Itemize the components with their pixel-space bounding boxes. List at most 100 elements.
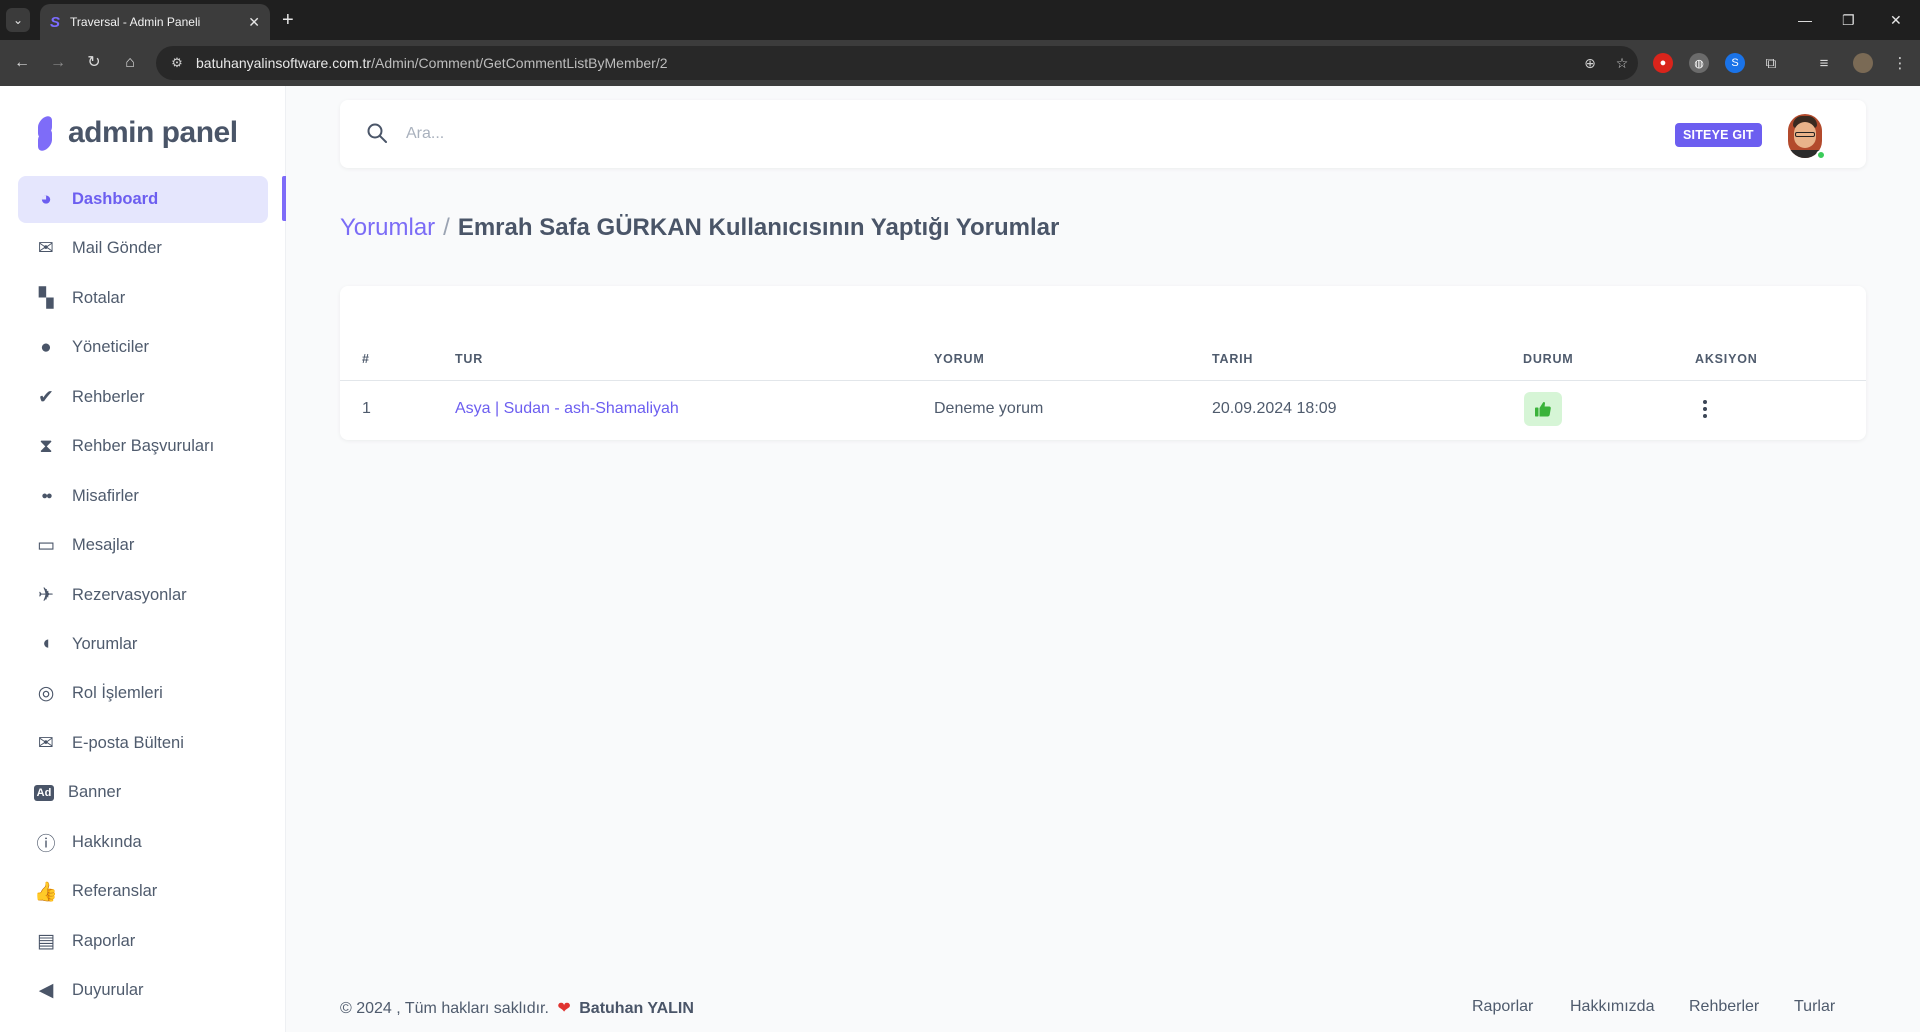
browser-toolbar: ← → ↻ ⌂ ⚙ batuhanyalinsoftware.com.tr/Ad… [0,40,1920,86]
sidebar-item-label: Rotalar [72,288,126,307]
map-icon: ▚ [38,287,54,309]
sidebar-item-rehber-ba-vurular-[interactable]: ⧗ Rehber Başvuruları [18,423,268,470]
extension-shazam-icon[interactable]: S [1725,53,1745,73]
sidebar-item-rehberler[interactable]: ✔ Rehberler [18,374,268,421]
sidebar-item-label: Rezervasyonlar [72,585,187,604]
browser-menu-icon[interactable]: ⋮ [1890,53,1910,73]
url-path: /Admin/Comment/GetCommentListByMember/2 [371,55,668,71]
reload-icon[interactable]: ↻ [82,51,106,75]
sidebar-item-hakk-nda[interactable]: ⓘ Hakkında [18,819,268,866]
browser-tabstrip: ⌄ S Traversal - Admin Paneli ✕ + — ❐ ✕ [0,0,1920,40]
sidebar-item-yorumlar[interactable]: ◖ Yorumlar [18,621,268,668]
column-header-tour: TUR [455,352,484,366]
sidebar-item-duyurular[interactable]: ◀ Duyurular [18,967,268,1014]
sidebar-item-label: Yorumlar [72,634,138,653]
footer-author: Batuhan YALIN [579,1000,694,1017]
sidebar-item-mesajlar[interactable]: ▭ Mesajlar [18,522,268,569]
bookmark-star-icon[interactable]: ☆ [1606,55,1638,72]
sidebar-item-e-posta-b-lteni[interactable]: ✉ E-posta Bülteni [18,720,268,767]
sidebar-menu: ◕ Dashboard ✉ Mail Gönder ▚ Rotalar ● Yöneticil… [18,176,268,1016]
table-header-divider [340,380,1866,381]
search-icon [367,123,387,143]
row-date: 20.09.2024 18:09 [1212,400,1337,417]
tab-close-icon[interactable]: ✕ [248,14,260,31]
copyright-text: © 2024 , Tüm hakları saklıdır. [340,1000,549,1017]
online-status-dot [1816,150,1826,160]
sidebar-item-referanslar[interactable]: 👍 Referanslar [18,868,268,915]
user-icon: ● [40,336,52,358]
mail-send-icon: ✉ [38,238,54,260]
column-header-status: DURUM [1523,352,1574,366]
tab-search-chevron-icon[interactable]: ⌄ [6,8,30,32]
new-tab-icon[interactable]: + [282,8,294,32]
brand-logo-icon [34,113,56,154]
sidebar-item-raporlar[interactable]: ▤ Raporlar [18,918,268,965]
breadcrumb-separator: / [443,214,450,241]
footer-link-rehberler[interactable]: Rehberler [1689,998,1759,1016]
sidebar-item-label: Referanslar [72,882,158,901]
site-info-icon[interactable]: ⚙ [166,55,188,71]
address-bar[interactable]: ⚙ batuhanyalinsoftware.com.tr/Admin/Comm… [156,46,1638,80]
sidebar-item-label: Mesajlar [72,536,135,555]
users-icon: ●● [41,490,52,503]
forward-icon[interactable]: → [46,51,70,75]
sidebar-item-label: Banner [68,783,122,802]
ad-icon: Ad [34,784,54,801]
sidebar-item-label: Raporlar [72,931,136,950]
breadcrumb-parent-link[interactable]: Yorumlar [340,214,435,242]
row-tour-link[interactable]: Asya | Sudan - ash-Shamaliyah [455,400,679,418]
sidebar: admin panel ◕ Dashboard ✉ Mail Gönder ▚ Rotal… [0,86,286,1032]
url-text[interactable]: batuhanyalinsoftware.com.tr/Admin/Commen… [196,55,1574,71]
envelope-icon: ✉ [38,732,54,754]
zoom-icon[interactable]: ⊕ [1574,55,1606,72]
sidebar-item-banner[interactable]: Ad Banner [18,769,268,816]
brand-title: admin panel [68,116,238,149]
home-icon[interactable]: ⌂ [118,51,142,75]
extension-globe-icon[interactable]: ◍ [1689,53,1709,73]
url-host: batuhanyalinsoftware.com.tr [196,55,372,71]
tab-title: Traversal - Admin Paneli [70,15,201,29]
extensions-puzzle-icon[interactable]: ⧉ [1761,53,1781,73]
restore-icon[interactable]: ❐ [1842,8,1855,32]
comments-table-card: # TUR YORUM TARIH DURUM AKSIYON 1 Asya |… [340,286,1866,440]
search-input[interactable] [406,120,1306,148]
breadcrumb: Yorumlar / Emrah Safa GÜRKAN Kullanıcısı… [340,214,1059,242]
window-close-icon[interactable]: ✕ [1890,8,1902,32]
sidebar-item-label: Misafirler [72,486,139,505]
footer-link-raporlar[interactable]: Raporlar [1472,998,1533,1016]
back-icon[interactable]: ← [10,51,34,75]
sidebar-item-label: Rol İşlemleri [72,684,163,703]
sidebar-item-mail-g-nder[interactable]: ✉ Mail Gönder [18,225,268,272]
sidebar-item-label: Dashboard [72,190,159,208]
reading-list-icon[interactable]: ≡ [1814,53,1834,73]
sidebar-item-y-neticiler[interactable]: ● Yöneticiler [18,324,268,371]
plane-departure-icon: ✈ [38,584,54,606]
sidebar-item-rezervasyonlar[interactable]: ✈ Rezervasyonlar [18,572,268,619]
comments-icon: ◖ [40,633,52,655]
dashboard-icon: ◕ [40,188,52,210]
tab-favicon-icon: S [50,13,61,31]
profile-avatar-icon[interactable] [1853,53,1873,73]
column-header-number: # [362,352,370,366]
extension-red-icon[interactable]: ● [1653,53,1673,73]
row-number: 1 [362,400,371,417]
go-to-site-button[interactable]: SITEYE GIT [1675,123,1762,147]
footer-link-turlar[interactable]: Turlar [1794,998,1835,1016]
thumbs-up-icon [1535,401,1551,417]
column-header-date: TARIH [1212,352,1254,366]
sidebar-item-rol-i-lemleri[interactable]: ◎ Rol İşlemleri [18,670,268,717]
user-check-icon: ✔ [38,386,54,408]
footer-link-hakkimizda[interactable]: Hakkımızda [1570,998,1654,1016]
sidebar-item-misafirler[interactable]: ●● Misafirler [18,473,268,520]
status-badge[interactable] [1524,392,1562,426]
sidebar-item-label: E-posta Bülteni [72,733,184,752]
browser-tab[interactable]: S Traversal - Admin Paneli ✕ [40,4,270,40]
sidebar-item-rotalar[interactable]: ▚ Rotalar [18,275,268,322]
minimize-icon[interactable]: — [1798,8,1812,32]
brand[interactable]: admin panel [34,113,238,154]
topbar: SITEYE GIT [340,100,1866,168]
sidebar-item-dashboard[interactable]: ◕ Dashboard [18,176,268,223]
info-icon: ⓘ [36,833,56,855]
row-actions-kebab-icon[interactable] [1695,394,1715,424]
row-comment: Deneme yorum [934,400,1044,417]
